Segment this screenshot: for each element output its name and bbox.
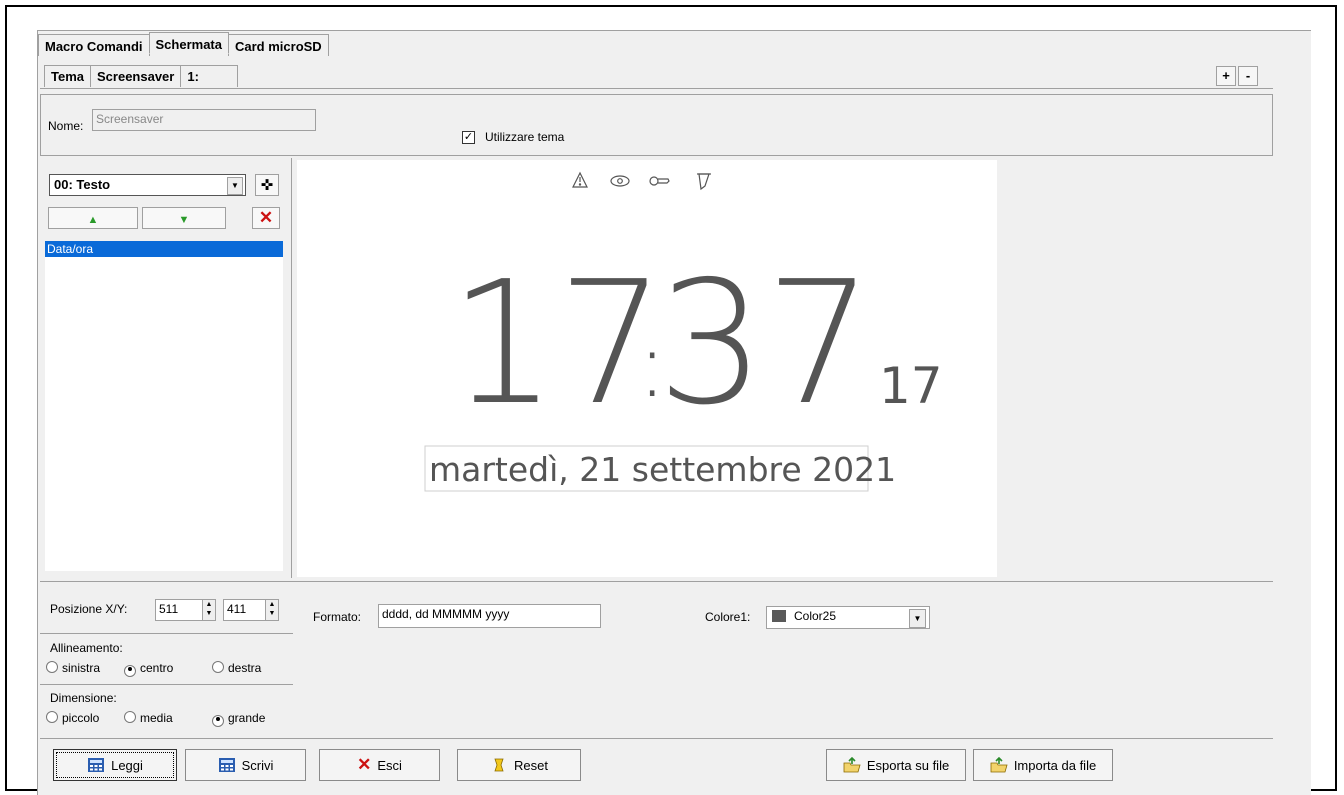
move-up-button[interactable]: ▲ xyxy=(48,207,138,229)
main-tabs: Macro Comandi Schermata Card microSD xyxy=(38,32,329,56)
sub-tab-bar: Tema Screensaver 1: + - xyxy=(40,62,1273,89)
folder-import-icon xyxy=(990,757,1008,773)
plus-icon: ✜ xyxy=(260,177,274,194)
nome-label: Nome: xyxy=(48,119,84,133)
size-media-label: media xyxy=(140,711,173,725)
reset-icon xyxy=(494,758,504,772)
arrow-down-icon: ▼ xyxy=(178,214,190,226)
align-destra-label: destra xyxy=(228,661,262,675)
scrivi-button[interactable]: Scrivi xyxy=(185,749,306,781)
clock-hours: 17 xyxy=(449,245,665,443)
clock-seconds: 17 xyxy=(879,357,943,415)
colore-label: Colore1: xyxy=(705,610,751,624)
bell-icon xyxy=(697,173,711,191)
tab-screensaver[interactable]: Screensaver xyxy=(90,65,182,87)
esci-button[interactable]: ✕ Esci xyxy=(319,749,440,781)
reset-label: Reset xyxy=(514,757,548,773)
calculator-icon xyxy=(88,758,105,772)
eye-icon xyxy=(610,175,630,187)
screen-preview[interactable]: 17 : 37 17 martedì, 21 settembre 2021 xyxy=(297,160,997,577)
delete-icon: ✕ xyxy=(258,208,274,227)
clock-digits: 17 : 37 xyxy=(449,245,873,443)
position-label: Posizione X/Y: xyxy=(50,602,128,616)
list-item[interactable]: Data/ora xyxy=(45,241,283,257)
position-x-value: 511 xyxy=(159,602,179,616)
export-button[interactable]: Esporta su file xyxy=(826,749,966,781)
size-label: Dimensione: xyxy=(50,691,117,705)
nome-input[interactable]: Screensaver xyxy=(92,109,316,131)
radio-icon[interactable] xyxy=(124,711,136,723)
leggi-button[interactable]: Leggi xyxy=(53,749,177,781)
separator xyxy=(40,633,293,634)
align-sinistra-option[interactable]: sinistra xyxy=(46,661,100,675)
warning-icon xyxy=(572,171,588,188)
formato-label: Formato: xyxy=(313,610,362,624)
tab-1[interactable]: 1: xyxy=(180,65,239,87)
size-piccolo-option[interactable]: piccolo xyxy=(46,711,99,725)
formato-input[interactable]: dddd, dd MMMMM yyyy xyxy=(378,604,601,628)
size-grande-label: grande xyxy=(228,711,266,725)
calculator-icon xyxy=(218,758,235,772)
preview-canvas: 17 : 37 17 martedì, 21 settembre 2021 xyxy=(424,171,943,492)
align-destra-option[interactable]: destra xyxy=(212,661,261,675)
position-x-input[interactable]: 511 ▲ ▼ xyxy=(155,599,216,621)
separator xyxy=(40,581,1273,582)
separator xyxy=(40,684,293,685)
separator xyxy=(40,738,1273,739)
element-select-value: 00: Testo xyxy=(54,177,111,192)
add-element-button[interactable]: ✜ xyxy=(255,174,279,196)
element-select[interactable]: 00: Testo ▼ xyxy=(49,174,246,196)
delete-element-button[interactable]: ✕ xyxy=(252,207,280,229)
tab-tema[interactable]: Tema xyxy=(44,65,91,87)
colore-select[interactable]: Color25 ▼ xyxy=(766,606,930,629)
scrivi-label: Scrivi xyxy=(241,757,274,773)
spinner-icon[interactable]: ▲ ▼ xyxy=(265,600,278,620)
position-y-value: 411 xyxy=(227,602,247,616)
align-sinistra-label: sinistra xyxy=(62,661,101,675)
element-list[interactable]: Data/ora xyxy=(45,241,283,571)
radio-icon[interactable] xyxy=(124,665,136,677)
remove-tab-button[interactable]: - xyxy=(1238,66,1258,86)
esci-label: Esci xyxy=(377,757,402,773)
reset-button[interactable]: Reset xyxy=(457,749,581,781)
theme-header-box: Nome: Screensaver ✓ Utilizzare tema xyxy=(40,94,1273,156)
colore-value: Color25 xyxy=(794,609,837,623)
radio-icon[interactable] xyxy=(212,661,224,673)
alignment-label: Allineamento: xyxy=(50,641,123,655)
size-piccolo-label: piccolo xyxy=(62,711,100,725)
use-theme-label: Utilizzare tema xyxy=(485,130,565,144)
import-button[interactable]: Importa da file xyxy=(973,749,1113,781)
date-text: martedì, 21 settembre 2021 xyxy=(429,450,896,489)
use-theme-checkbox[interactable]: ✓ xyxy=(462,131,475,144)
export-label: Esporta su file xyxy=(866,757,950,773)
move-down-button[interactable]: ▼ xyxy=(142,207,226,229)
size-media-option[interactable]: media xyxy=(124,711,173,725)
arrow-up-icon: ▲ xyxy=(87,214,99,226)
radio-icon[interactable] xyxy=(212,715,224,727)
spinner-icon[interactable]: ▲ ▼ xyxy=(202,600,215,620)
clock-minutes: 37 xyxy=(657,245,873,443)
chevron-down-icon[interactable]: ▼ xyxy=(909,609,926,628)
tab-card-microsd[interactable]: Card microSD xyxy=(228,34,329,56)
radio-icon[interactable] xyxy=(46,661,58,673)
radio-icon[interactable] xyxy=(46,711,58,723)
import-label: Importa da file xyxy=(1013,757,1097,773)
align-centro-label: centro xyxy=(140,661,174,675)
chevron-down-icon[interactable]: ▼ xyxy=(227,177,243,195)
size-grande-option[interactable]: grande xyxy=(212,711,265,727)
key-icon xyxy=(649,176,670,186)
tab-macro-comandi[interactable]: Macro Comandi xyxy=(38,34,150,56)
position-y-input[interactable]: 411 ▲ ▼ xyxy=(223,599,279,621)
tab-schermata[interactable]: Schermata xyxy=(148,32,229,54)
add-tab-button[interactable]: + xyxy=(1216,66,1236,86)
folder-export-icon xyxy=(843,757,861,773)
align-centro-option[interactable]: centro xyxy=(124,661,173,677)
color-swatch xyxy=(772,610,786,622)
leggi-label: Leggi xyxy=(111,757,143,773)
close-icon: ✕ xyxy=(357,755,372,774)
